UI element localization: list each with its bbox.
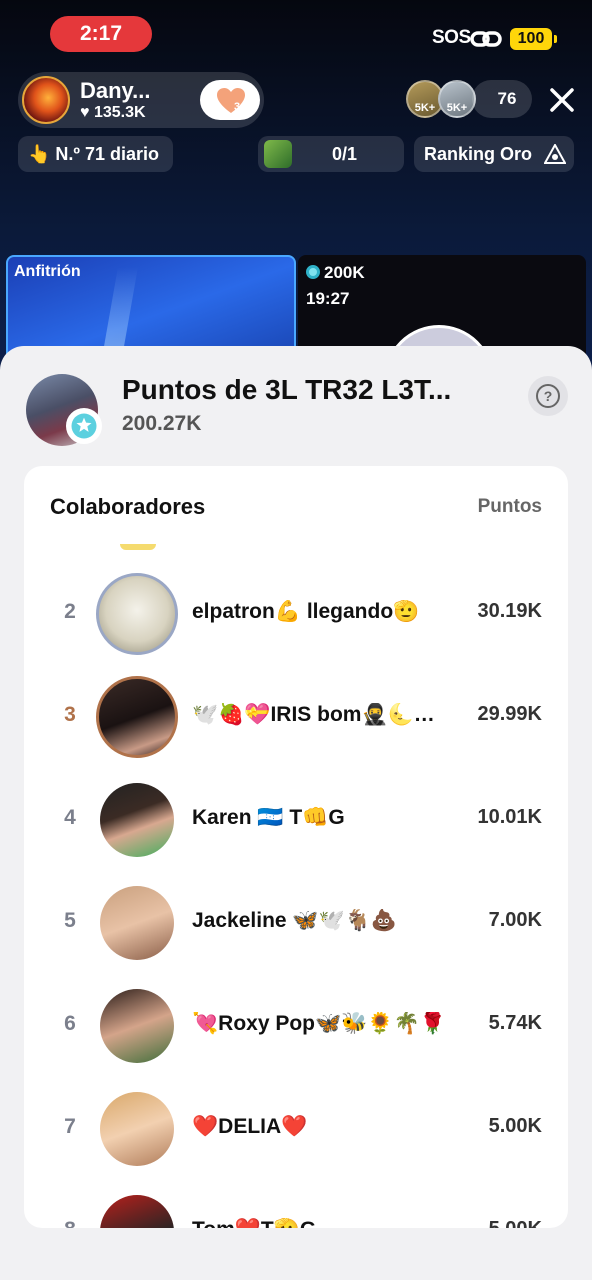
contributor-points: 5.00K [489,1218,542,1228]
host-likes-value: 135.3K [93,104,146,121]
list-item[interactable]: 7 ❤️DELIA❤️ 5.00K [24,1077,568,1180]
badge-icon [66,408,102,444]
avatar[interactable] [96,573,178,655]
list-item[interactable]: 4 Karen 🇭🇳 T👊G 10.01K [24,768,568,871]
host-avatar[interactable] [22,76,70,124]
column-header-points: Puntos [477,496,542,517]
ranking-chip[interactable]: Ranking Oro [414,136,574,172]
contributor-name: Karen 🇭🇳 T👊G [192,806,345,829]
rank-number: 8 [58,1218,82,1228]
avatar[interactable] [100,989,174,1063]
sos-indicator: SOS [432,27,471,48]
rank-number: 5 [64,909,76,932]
rank-number: 6 [64,1012,76,1035]
task-chip[interactable]: 0/1 [258,136,404,172]
contributor-points: 10.01K [477,806,543,828]
avatar[interactable] [100,886,174,960]
avatar[interactable] [100,1092,174,1166]
battery-indicator: 100 [510,28,557,50]
contributor-points: 7.00K [488,909,542,931]
list-item[interactable]: 2 elpatron💪 llegando🫡 30.19K [24,562,568,665]
battle-timer: 19:27 [306,289,350,308]
contributor-name: elpatron💪 llegando🫡 [192,600,420,623]
list-item[interactable]: 8 Tom❤️T🫡G 5.00K [24,1180,568,1228]
contributor-points: 5.00K [488,1115,542,1137]
list-item[interactable]: 3 🕊️🍓💝IRIS bom🥷🌜… 29.99K [24,665,568,768]
link-icon [470,31,502,47]
previous-row-avatar [120,544,156,550]
rank-number: 4 [64,806,76,829]
contributor-name: 💘Roxy Pop🦋🐝🌻🌴🌹 [192,1012,446,1035]
sheet-title: Puntos de 3L TR32 L3T... [122,374,452,405]
contributor-points: 5.74K [488,1012,542,1034]
heart-icon [217,88,245,113]
contributor-points: 29.99K [477,703,543,725]
viewer-count[interactable]: 76 [472,80,532,118]
top-viewers[interactable]: 5K+ 5K+ 76 [406,80,532,120]
viewer-badge: 5K+ [446,102,468,114]
follow-badge-count: 3 [234,101,241,113]
sheet-points: 200.27K [122,412,202,435]
avatar[interactable] [100,783,174,857]
host-profile[interactable]: Dany... ♥ 135.3K 3 [18,72,264,128]
heart-icon: ♥ [80,104,90,121]
viewer-avatar[interactable]: 5K+ [438,80,476,118]
contributors-list[interactable]: Colaboradores Puntos 2 elpatron💪 llegand… [24,466,568,1228]
help-icon[interactable]: ? [528,376,568,416]
list-item[interactable]: 6 💘Roxy Pop🦋🐝🌻🌴🌹 5.74K [24,974,568,1077]
contributor-name: 🕊️🍓💝IRIS bom🥷🌜… [192,703,435,726]
points-sheet: Puntos de 3L TR32 L3T... 200.27K ? Colab… [0,346,592,1280]
cohost-coins-value: 200K [324,263,365,282]
status-bar: 2:17 SOS 100 [0,0,592,72]
column-header-contributors: Colaboradores [50,494,206,519]
contributor-name: Jackeline 🦋🕊️🐐💩 [192,909,397,932]
coin-icon [306,265,320,279]
host-name: Dany... [80,78,151,103]
contributor-rows: 2 elpatron💪 llegando🫡 30.19K 3 🕊️🍓💝IRIS … [24,562,568,1228]
host-label: Anfitrión [14,263,81,280]
contributor-name: Tom❤️T🫡G [192,1218,448,1228]
list-item[interactable]: 5 Jackeline 🦋🕊️🐐💩 7.00K [24,871,568,974]
daily-rank-chip[interactable]: 👆 N.º 71 diario [18,136,173,172]
viewer-badge: 5K+ [414,102,436,114]
task-progress: 0/1 [332,144,358,164]
contributor-points: 30.19K [477,600,543,622]
avatar[interactable] [96,676,178,758]
ranking-label: Ranking Oro [424,144,533,164]
clock: 2:17 [50,16,152,52]
follow-button[interactable]: 3 [200,80,260,120]
rank-number: 2 [64,600,76,623]
close-icon[interactable] [546,84,578,116]
rank-number: 3 [64,703,76,726]
avatar[interactable] [100,1195,174,1228]
gift-icon [264,140,292,168]
rank-number: 7 [64,1115,76,1138]
eye-triangle-icon [544,144,566,164]
svg-text:?: ? [544,388,553,404]
cohost-coins: 200K [306,263,365,283]
host-likes: ♥ 135.3K [80,104,146,122]
contributor-name: ❤️DELIA❤️ [192,1115,308,1138]
